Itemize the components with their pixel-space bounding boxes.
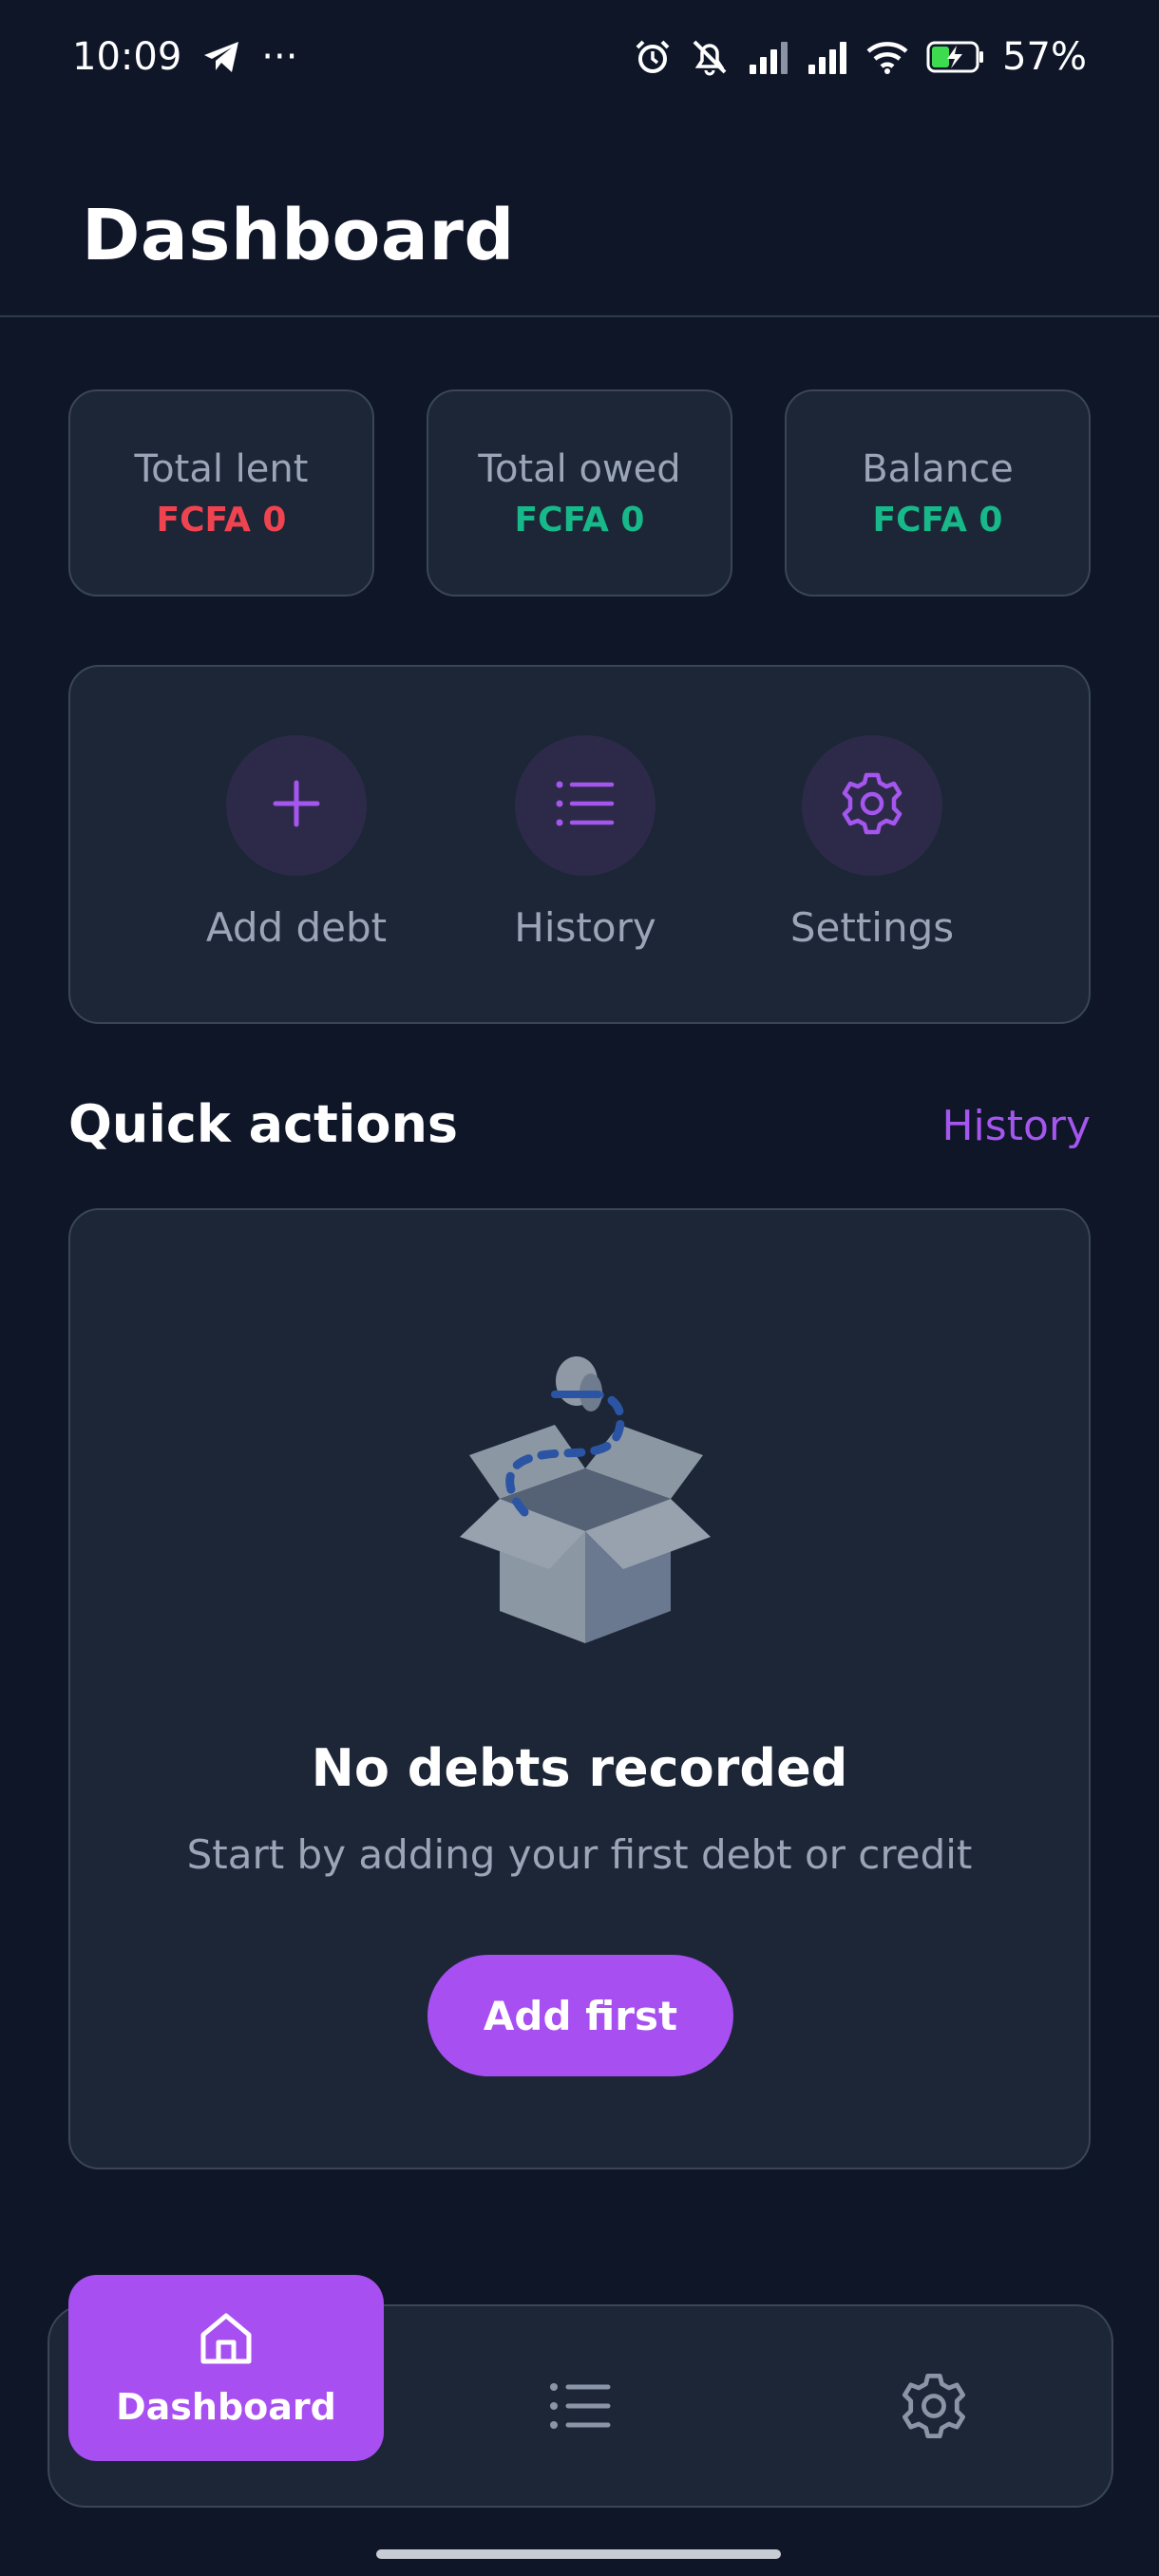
shortcut-label: Add debt <box>205 904 388 951</box>
header-divider <box>0 315 1159 317</box>
signal-icon <box>807 40 848 74</box>
status-left: 10:09 ··· <box>72 35 297 79</box>
add-first-button[interactable]: Add first <box>428 1955 733 2076</box>
empty-state-description: Start by adding your first debt or credi… <box>186 1831 973 1878</box>
stat-label: Total lent <box>134 446 309 491</box>
battery-percent: 57% <box>1002 35 1087 79</box>
history-button[interactable] <box>515 735 656 876</box>
stat-card-total-owed: Total owed FCFA 0 <box>427 389 732 597</box>
list-icon <box>555 779 616 832</box>
status-time: 10:09 <box>72 35 182 79</box>
nav-tab-history[interactable] <box>538 2365 623 2451</box>
list-icon <box>549 2380 612 2435</box>
shortcut-label: Settings <box>789 904 955 951</box>
add-debt-shortcut[interactable]: Add debt <box>192 735 401 951</box>
gear-icon <box>898 2370 970 2446</box>
history-link[interactable]: History <box>941 1102 1091 1150</box>
home-icon <box>196 2308 256 2373</box>
stat-value: FCFA 0 <box>156 500 287 540</box>
empty-state-card: No debts recorded Start by adding your f… <box>68 1208 1091 2169</box>
stat-label: Total owed <box>478 446 681 491</box>
shortcut-label: History <box>514 904 656 951</box>
page-title: Dashboard <box>82 195 515 276</box>
wifi-icon <box>865 40 909 74</box>
battery-charging-icon <box>926 40 985 74</box>
empty-state-title: No debts recorded <box>311 1738 848 1798</box>
nav-tab-settings[interactable] <box>891 2365 977 2451</box>
nav-tab-dashboard[interactable]: Dashboard <box>68 2275 384 2461</box>
stat-value: FCFA 0 <box>872 500 1003 540</box>
bell-muted-icon <box>689 38 731 76</box>
shortcuts-panel: Add debt History Settings <box>68 665 1091 1024</box>
history-shortcut[interactable]: History <box>481 735 690 951</box>
alarm-icon <box>634 38 672 76</box>
nav-tab-label: Dashboard <box>116 2386 336 2428</box>
empty-box-icon <box>422 1305 735 1670</box>
stat-value: FCFA 0 <box>514 500 645 540</box>
stat-card-total-lent: Total lent FCFA 0 <box>68 389 374 597</box>
signal-icon <box>748 40 789 74</box>
status-right: 57% <box>634 35 1087 79</box>
settings-button[interactable] <box>802 735 942 876</box>
settings-shortcut[interactable]: Settings <box>768 735 977 951</box>
quick-actions-title: Quick actions <box>68 1094 459 1154</box>
gear-icon <box>838 769 906 842</box>
status-bar: 10:09 ··· 57% <box>0 0 1159 114</box>
stat-card-balance: Balance FCFA 0 <box>785 389 1091 597</box>
stat-label: Balance <box>862 446 1014 491</box>
home-indicator[interactable] <box>376 2549 781 2559</box>
plus-icon <box>270 777 323 834</box>
app-screen: 10:09 ··· 57% Dashboard Total lent FCFA … <box>0 0 1159 2576</box>
add-debt-button[interactable] <box>226 735 367 876</box>
status-overflow: ··· <box>261 35 298 79</box>
telegram-icon <box>202 40 240 74</box>
